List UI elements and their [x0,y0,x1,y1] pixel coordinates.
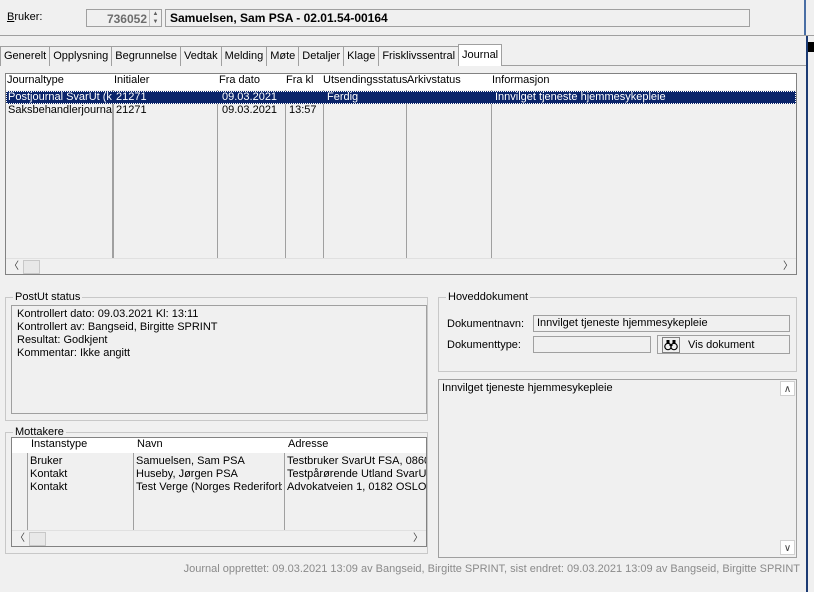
cell-utsendingsstatus[interactable] [327,104,405,117]
postut-line: Kommentar: Ikke angitt [17,347,131,359]
journal-hscrollbar[interactable]: 〈 〉 [6,258,796,274]
cell-adresse[interactable]: Testpårørende Utland SvarUt [287,468,426,481]
tab-opplysning[interactable]: Opplysning [49,46,113,66]
scroll-down-icon[interactable]: ∨ [780,540,795,555]
postut-status-text: Kontrollert dato: 09.03.2021 Kl: 13:11 K… [11,305,427,414]
postut-line: Kontrollert dato: 09.03.2021 Kl: 13:11 [17,308,199,320]
cell-navn[interactable]: Huseby, Jørgen PSA [136,468,282,481]
cell-journaltype: Postjournal SvarUt (k) [8,91,112,103]
tab-begrunnelse[interactable]: Begrunnelse [111,46,182,66]
col-header-adresse[interactable]: Adresse [287,438,328,452]
cell-initialer: 21271 [116,91,147,103]
col-header-fradato[interactable]: Fra dato [218,74,260,88]
scroll-thumb[interactable] [23,260,40,274]
spin-down-icon[interactable]: ▼ [150,18,161,26]
user-id-spinner[interactable]: 736052 ▲ ▼ [86,9,162,27]
user-name-field: Samuelsen, Sam PSA - 02.01.54-00164 [165,9,750,27]
col-header-arkivstatus[interactable]: Arkivstatus [406,74,461,88]
col-header-navn[interactable]: Navn [136,438,163,452]
memo-text: Innvilget tjeneste hjemmesykepleie [442,382,613,394]
hoveddokument-title: Hoveddokument [446,291,531,303]
cell-fradato[interactable]: 09.03.2021 [222,104,284,117]
cell-instanstype[interactable]: Kontakt [30,468,132,481]
scroll-right-icon[interactable]: 〉 [780,259,796,274]
scroll-right-icon[interactable]: 〉 [410,531,426,546]
cell-initialer[interactable]: 21271 [116,104,216,117]
bruker-label-text: ruker: [14,11,43,23]
cell-fradato: 09.03.2021 [222,91,278,103]
tab-klage[interactable]: Klage [343,46,380,66]
col-header-utsendingsstatus[interactable]: Utsendingsstatus [322,74,407,88]
bruker-label: Bruker: [7,11,42,23]
tab-journal[interactable]: Journal [458,44,503,66]
mottakere-grid[interactable]: Instanstype Navn Adresse Bruker Samuelse… [11,437,427,547]
dokumenttype-field [533,336,651,353]
binoculars-icon [662,337,680,353]
tab-vedtak[interactable]: Vedtak [180,46,222,66]
tab-mote[interactable]: Møte [266,46,300,66]
user-id-value: 736052 [106,12,147,26]
cell-instanstype[interactable]: Bruker [30,455,132,468]
window-edge [806,36,808,592]
scroll-up-icon[interactable]: ∧ [780,381,795,396]
scroll-left-icon[interactable]: 〈 [12,531,28,546]
cell-arkivstatus [410,91,490,104]
postut-status-title: PostUt status [13,291,83,303]
dokumentnavn-label: Dokumentnavn: [447,318,525,330]
dokumentnavn-field: Innvilget tjeneste hjemmesykepleie [533,315,790,332]
dokumenttype-label: Dokumenttype: [447,339,521,351]
col-header-journaltype[interactable]: Journaltype [6,74,64,88]
cell-informasjon[interactable] [495,104,795,117]
cell-arkivstatus[interactable] [410,104,490,117]
cell-instanstype[interactable]: Kontakt [30,481,132,494]
cell-informasjon: Innvilget tjeneste hjemmesykepleie [495,91,666,103]
spin-up-icon[interactable]: ▲ [150,10,161,18]
tab-generelt[interactable]: Generelt [0,46,51,66]
window-edge-marker [808,42,814,52]
vis-dokument-label: Vis dokument [688,339,755,351]
cell-utsendingsstatus: Ferdig [327,91,359,103]
journal-footer-status: Journal opprettet: 09.03.2021 13:09 av B… [183,563,800,575]
cell-navn[interactable]: Test Verge (Norges Rederiforbu [136,481,282,494]
journal-grid[interactable]: Journaltype Initialer Fra dato Fra kl Ut… [5,73,797,275]
postut-line: Resultat: Godkjent [17,334,108,346]
col-header-instanstype[interactable]: Instanstype [30,438,87,452]
cell-navn[interactable]: Samuelsen, Sam PSA [136,455,282,468]
tab-strip: Generelt Opplysning Begrunnelse Vedtak M… [0,44,503,66]
header-divider [0,35,814,36]
mottakere-hscrollbar[interactable]: 〈 〉 [12,530,426,546]
col-header-frakl[interactable]: Fra kl [285,74,314,88]
cell-journaltype[interactable]: Saksbehandlerjournal [8,104,112,117]
spinner-buttons[interactable]: ▲ ▼ [149,10,161,26]
scroll-left-icon[interactable]: 〈 [6,259,22,274]
cell-adresse[interactable]: Testbruker SvarUt FSA, 0860 [287,455,426,468]
tab-detaljer[interactable]: Detaljer [298,46,345,66]
col-header-initialer[interactable]: Initialer [113,74,149,88]
scroll-thumb[interactable] [29,532,46,546]
col-header-informasjon[interactable]: Informasjon [491,74,549,88]
tab-melding[interactable]: Melding [220,46,268,66]
cell-adresse[interactable]: Advokatveien 1, 0182 OSLO [287,481,426,494]
vis-dokument-button[interactable]: Vis dokument [657,335,790,354]
cell-frakl[interactable]: 13:57 [289,104,323,117]
tab-frisklivssentral[interactable]: Frisklivssentral [378,46,460,66]
dokument-memo[interactable]: Innvilget tjeneste hjemmesykepleie ∧ ∨ [438,379,797,558]
cell-frakl [289,91,323,104]
postut-line: Kontrollert av: Bangseid, Birgitte SPRIN… [17,321,218,333]
memo-vscrollbar[interactable]: ∧ ∨ [780,380,796,557]
grid-indicator-col [12,453,27,530]
